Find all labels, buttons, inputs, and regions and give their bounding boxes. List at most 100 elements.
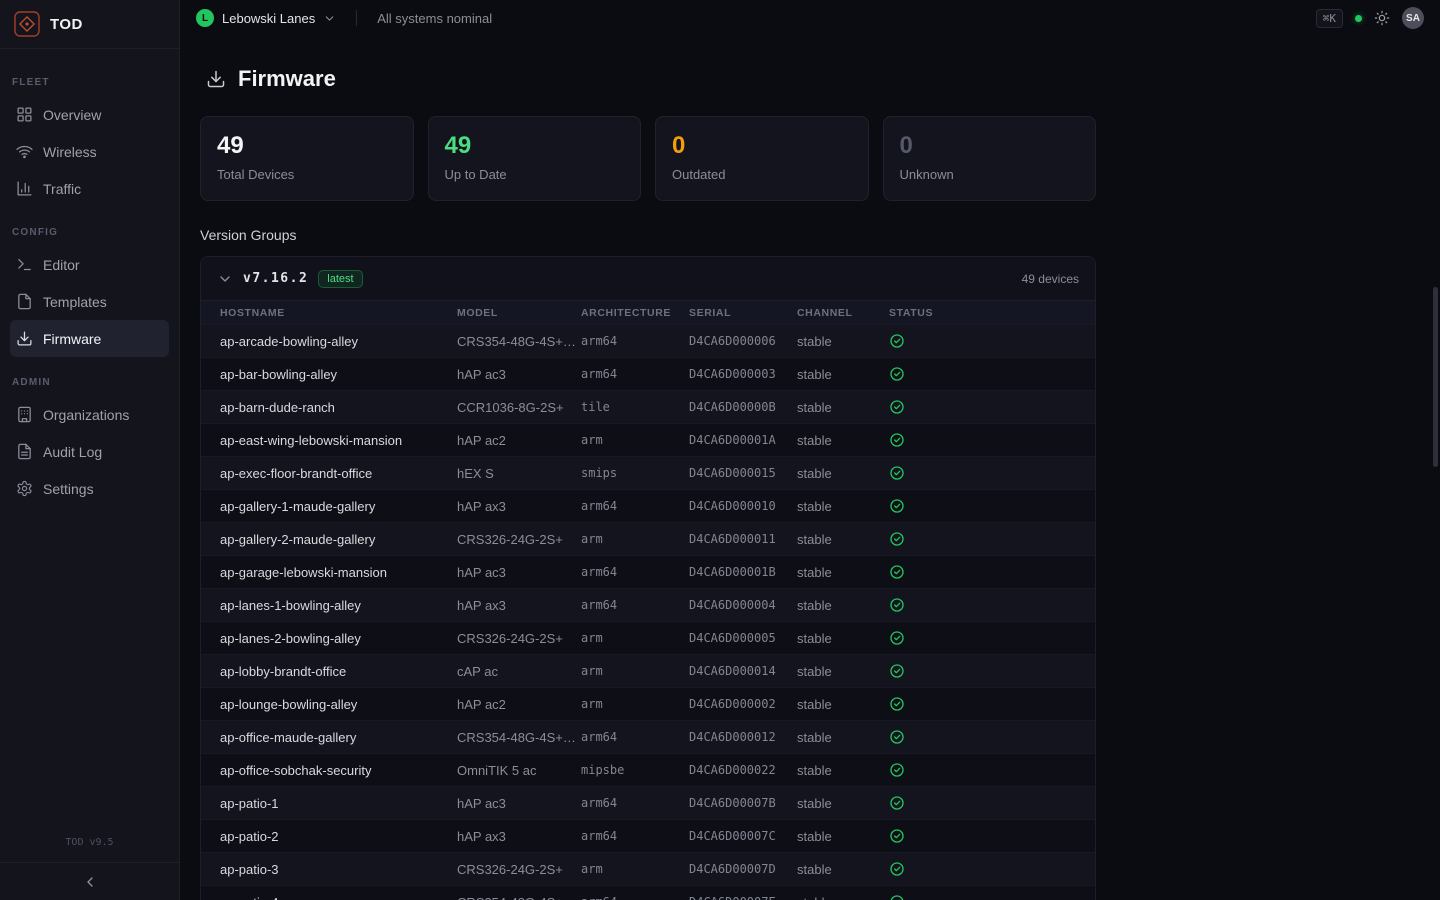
sidebar-item-templates[interactable]: Templates xyxy=(10,283,169,320)
main-area: L Lebowski Lanes All systems nominal ⌘K … xyxy=(180,0,1440,900)
grid-icon xyxy=(16,106,33,123)
tod-logo-icon xyxy=(14,11,40,37)
model-cell: hEX S xyxy=(457,457,581,490)
table-row[interactable]: ap-gallery-2-maude-gallery CRS326-24G-2S… xyxy=(201,523,1095,556)
theme-toggle-button[interactable] xyxy=(1374,10,1390,26)
table-row[interactable]: ap-gallery-1-maude-gallery hAP ax3 arm64… xyxy=(201,490,1095,523)
app-logo[interactable]: TOD xyxy=(0,0,179,49)
table-row[interactable]: ap-bar-bowling-alley hAP ac3 arm64 D4CA6… xyxy=(201,358,1095,391)
file-text-icon xyxy=(16,443,33,460)
hostname-cell: ap-lanes-2-bowling-alley xyxy=(201,622,457,655)
serial-cell: D4CA6D00001B xyxy=(689,556,797,589)
serial-cell: D4CA6D000003 xyxy=(689,358,797,391)
hostname-cell: ap-lanes-1-bowling-alley xyxy=(201,589,457,622)
hostname-cell: ap-barn-dude-ranch xyxy=(201,391,457,424)
hostname-cell: ap-arcade-bowling-alley xyxy=(201,325,457,358)
channel-cell: stable xyxy=(797,787,889,820)
architecture-cell: arm64 xyxy=(581,490,689,523)
status-ok-icon xyxy=(889,366,1095,382)
table-row[interactable]: ap-lobby-brandt-office cAP ac arm D4CA6D… xyxy=(201,655,1095,688)
hostname-cell: ap-exec-floor-brandt-office xyxy=(201,457,457,490)
channel-cell: stable xyxy=(797,589,889,622)
sidebar-item-editor[interactable]: Editor xyxy=(10,246,169,283)
device-table: HOSTNAME MODEL ARCHITECTURE SERIAL CHANN… xyxy=(201,300,1095,900)
channel-cell: stable xyxy=(797,853,889,886)
sidebar-item-firmware[interactable]: Firmware xyxy=(10,320,169,357)
hostname-cell: ap-patio-2 xyxy=(201,820,457,853)
sidebar-item-label: Settings xyxy=(43,481,94,497)
status-cell xyxy=(889,556,1095,589)
sidebar-item-overview[interactable]: Overview xyxy=(10,96,169,133)
table-row[interactable]: ap-lounge-bowling-alley hAP ac2 arm D4CA… xyxy=(201,688,1095,721)
serial-cell: D4CA6D000002 xyxy=(689,688,797,721)
table-row[interactable]: ap-arcade-bowling-alley CRS354-48G-4S+… … xyxy=(201,325,1095,358)
architecture-cell: arm64 xyxy=(581,556,689,589)
building-icon xyxy=(16,406,33,423)
stat-card-unknown: 0 Unknown xyxy=(883,116,1097,201)
status-ok-icon xyxy=(889,894,1095,900)
status-cell xyxy=(889,853,1095,886)
user-avatar[interactable]: SA xyxy=(1402,7,1424,29)
status-ok-icon xyxy=(889,531,1095,547)
sidebar-item-organizations[interactable]: Organizations xyxy=(10,396,169,433)
table-row[interactable]: ap-patio-4 CRS354-48G-4S+… arm64 D4CA6D0… xyxy=(201,886,1095,900)
channel-cell: stable xyxy=(797,754,889,787)
status-cell xyxy=(889,490,1095,523)
topbar: L Lebowski Lanes All systems nominal ⌘K … xyxy=(180,0,1440,36)
stat-label: Total Devices xyxy=(217,167,397,182)
status-cell xyxy=(889,424,1095,457)
sidebar-item-wireless[interactable]: Wireless xyxy=(10,133,169,170)
column-header-hostname: HOSTNAME xyxy=(201,301,457,325)
table-row[interactable]: ap-east-wing-lebowski-mansion hAP ac2 ar… xyxy=(201,424,1095,457)
table-row[interactable]: ap-lanes-2-bowling-alley CRS326-24G-2S+ … xyxy=(201,622,1095,655)
table-row[interactable]: ap-office-maude-gallery CRS354-48G-4S+… … xyxy=(201,721,1095,754)
table-row[interactable]: ap-patio-1 hAP ac3 arm64 D4CA6D00007B st… xyxy=(201,787,1095,820)
table-row[interactable]: ap-office-sobchak-security OmniTIK 5 ac … xyxy=(201,754,1095,787)
sidebar-item-label: Wireless xyxy=(43,144,97,160)
sidebar-item-audit-log[interactable]: Audit Log xyxy=(10,433,169,470)
hostname-cell: ap-office-maude-gallery xyxy=(201,721,457,754)
collapse-group-button[interactable] xyxy=(217,271,233,287)
architecture-cell: arm64 xyxy=(581,325,689,358)
table-row[interactable]: ap-lanes-1-bowling-alley hAP ax3 arm64 D… xyxy=(201,589,1095,622)
version-group-header[interactable]: v7.16.2 latest 49 devices xyxy=(201,257,1095,300)
scrollbar[interactable] xyxy=(1433,287,1438,467)
stat-value: 49 xyxy=(445,133,625,159)
serial-cell: D4CA6D00007C xyxy=(689,820,797,853)
table-row[interactable]: ap-patio-3 CRS326-24G-2S+ arm D4CA6D0000… xyxy=(201,853,1095,886)
hostname-cell: ap-garage-lebowski-mansion xyxy=(201,556,457,589)
command-k-shortcut[interactable]: ⌘K xyxy=(1316,9,1343,28)
status-cell xyxy=(889,688,1095,721)
status-cell xyxy=(889,886,1095,900)
table-header-row: HOSTNAME MODEL ARCHITECTURE SERIAL CHANN… xyxy=(201,301,1095,325)
nav-section-fleet: FLEET xyxy=(0,77,179,88)
architecture-cell: arm xyxy=(581,688,689,721)
status-cell xyxy=(889,523,1095,556)
architecture-cell: arm xyxy=(581,622,689,655)
architecture-cell: mipsbe xyxy=(581,754,689,787)
column-header-status: STATUS xyxy=(889,301,1095,325)
hostname-cell: ap-patio-3 xyxy=(201,853,457,886)
channel-cell: stable xyxy=(797,622,889,655)
table-row[interactable]: ap-garage-lebowski-mansion hAP ac3 arm64… xyxy=(201,556,1095,589)
sidebar-item-settings[interactable]: Settings xyxy=(10,470,169,507)
table-row[interactable]: ap-patio-2 hAP ax3 arm64 D4CA6D00007C st… xyxy=(201,820,1095,853)
table-row[interactable]: ap-barn-dude-ranch CCR1036-8G-2S+ tile D… xyxy=(201,391,1095,424)
model-cell: hAP ax3 xyxy=(457,490,581,523)
channel-cell: stable xyxy=(797,886,889,900)
device-count: 49 devices xyxy=(1022,272,1079,286)
table-row[interactable]: ap-exec-floor-brandt-office hEX S smips … xyxy=(201,457,1095,490)
status-cell xyxy=(889,622,1095,655)
org-switcher[interactable]: L Lebowski Lanes xyxy=(196,9,336,27)
wifi-icon xyxy=(16,143,33,160)
status-cell xyxy=(889,589,1095,622)
firmware-download-icon xyxy=(206,69,226,89)
channel-cell: stable xyxy=(797,721,889,754)
sidebar-collapse-button[interactable] xyxy=(0,862,179,900)
model-cell: hAP ac3 xyxy=(457,787,581,820)
column-header-channel: CHANNEL xyxy=(797,301,889,325)
sidebar-item-label: Traffic xyxy=(43,181,81,197)
sidebar-item-traffic[interactable]: Traffic xyxy=(10,170,169,207)
column-header-architecture: ARCHITECTURE xyxy=(581,301,689,325)
sidebar-item-label: Editor xyxy=(43,257,80,273)
